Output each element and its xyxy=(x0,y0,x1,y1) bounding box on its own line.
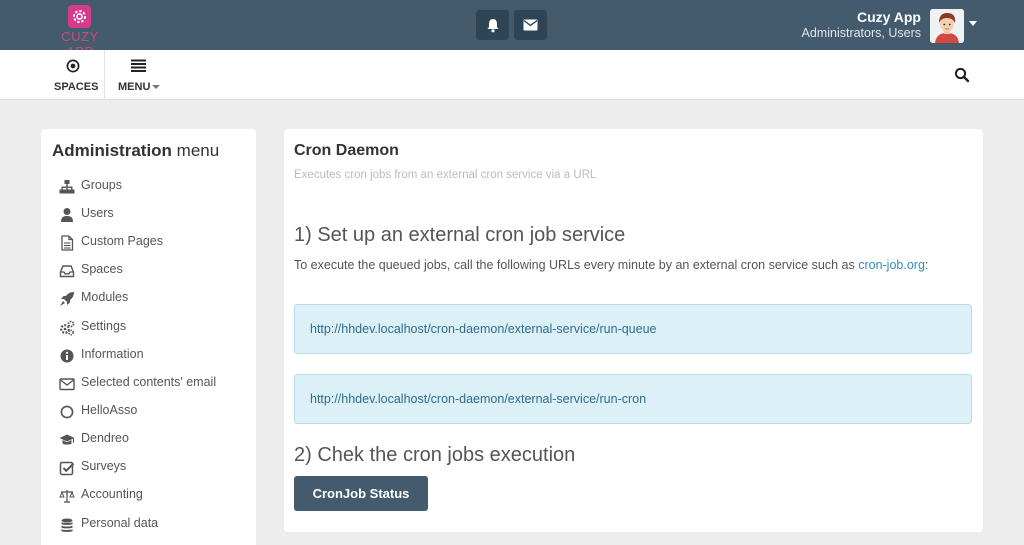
database-icon xyxy=(61,518,73,532)
envelope-icon xyxy=(59,378,75,391)
sidebar-item-users[interactable]: Users xyxy=(52,203,252,227)
sidebar-item-label: Selected contents' email xyxy=(81,375,217,389)
menu-caret-icon xyxy=(152,85,160,89)
run-queue-url[interactable]: http://hhdev.localhost/cron-daemon/exter… xyxy=(310,322,657,336)
user-groups: Administrators, Users xyxy=(801,26,921,40)
file-icon xyxy=(61,235,74,251)
rocket-icon xyxy=(60,292,74,306)
spaces-nav-button[interactable]: SPACES xyxy=(52,50,98,99)
balance-scale-icon xyxy=(59,490,75,503)
instruction-text: To execute the queued jobs, call the fol… xyxy=(294,258,929,272)
menu-nav-label: MENU xyxy=(118,81,151,93)
sidebar-item-accounting[interactable]: Accounting xyxy=(52,484,252,508)
sidebar-item-label: Surveys xyxy=(81,459,127,473)
page-subtitle: Executes cron jobs from an external cron… xyxy=(294,169,597,181)
sidebar-item-selected-contents-email[interactable]: Selected contents' email xyxy=(52,372,252,396)
user-icon xyxy=(61,208,73,222)
sidebar-item-label: Personal data xyxy=(81,516,159,530)
sidebar-item-label: Spaces xyxy=(81,262,123,276)
nav-divider xyxy=(104,50,105,99)
user-name[interactable]: Cuzy App xyxy=(857,9,921,25)
sidebar-item-personal-data[interactable]: Personal data xyxy=(52,513,252,537)
sitemap-icon xyxy=(59,180,75,194)
cron-job-org-link[interactable]: cron-job.org xyxy=(858,258,925,272)
sidebar-item-dendreo[interactable]: Dendreo xyxy=(52,428,252,452)
avatar[interactable] xyxy=(930,9,964,43)
sidebar-item-surveys[interactable]: Surveys xyxy=(52,456,252,480)
sidebar-item-label: HelloAsso xyxy=(81,403,138,417)
messages-button[interactable] xyxy=(514,10,547,40)
menu-nav-button[interactable]: MENU xyxy=(116,50,166,99)
sidebar-item-label: Dendreo xyxy=(81,431,129,445)
sidebar-item-modules[interactable]: Modules xyxy=(52,287,252,311)
spaces-nav-label: SPACES xyxy=(54,81,99,93)
search-icon xyxy=(954,67,970,83)
secondary-nav: SPACES MENU xyxy=(0,50,1024,100)
graduation-cap-icon xyxy=(59,434,75,445)
cronjob-status-button[interactable]: CronJob Status xyxy=(294,476,428,511)
sidebar-item-label: Groups xyxy=(81,178,122,192)
search-button[interactable] xyxy=(953,66,971,84)
sidebar-item-custom-pages[interactable]: Custom Pages xyxy=(52,231,252,255)
cogs-icon xyxy=(60,320,75,336)
sidebar-item-settings[interactable]: Settings xyxy=(52,316,252,340)
sidebar-item-spaces[interactable]: Spaces xyxy=(52,259,252,283)
sidebar-item-label: Modules xyxy=(81,290,129,304)
page-title: Cron Daemon xyxy=(294,142,399,159)
sidebar-item-label: Custom Pages xyxy=(81,234,163,248)
admin-menu-panel: Administration menu Groups Users Custom … xyxy=(41,129,256,545)
step2-heading: 2) Chek the cron jobs execution xyxy=(294,444,576,466)
logo-gear-icon xyxy=(68,5,91,28)
sidebar-item-information[interactable]: Information xyxy=(52,344,252,368)
step1-heading: 1) Set up an external cron job service xyxy=(294,224,626,246)
envelope-icon xyxy=(523,19,538,31)
notifications-button[interactable] xyxy=(476,10,509,40)
sidebar-item-label: Settings xyxy=(81,319,127,333)
app-logo[interactable]: CUZY APP xyxy=(46,4,114,59)
bell-icon xyxy=(487,18,498,32)
sidebar-item-helloasso[interactable]: HelloAsso xyxy=(52,400,252,424)
circle-icon xyxy=(60,405,74,419)
sidebar-item-label: Information xyxy=(81,347,144,361)
sidebar-item-label: Accounting xyxy=(81,487,143,501)
sidebar-item-groups[interactable]: Groups xyxy=(52,175,252,199)
run-cron-url-box: http://hhdev.localhost/cron-daemon/exter… xyxy=(294,374,972,424)
run-cron-url[interactable]: http://hhdev.localhost/cron-daemon/exter… xyxy=(310,392,646,406)
cron-daemon-panel: Cron Daemon Executes cron jobs from an e… xyxy=(284,129,983,532)
check-square-icon xyxy=(59,461,75,476)
sidebar-item-label: Users xyxy=(81,206,114,220)
admin-menu-title: Administration menu xyxy=(52,141,220,160)
dot-circle-icon xyxy=(66,59,80,73)
avatar-image xyxy=(930,9,964,43)
inbox-icon xyxy=(59,265,75,278)
user-menu-caret-icon[interactable] xyxy=(969,21,977,26)
info-circle-icon xyxy=(60,349,74,363)
bars-icon xyxy=(131,59,146,72)
run-queue-url-box: http://hhdev.localhost/cron-daemon/exter… xyxy=(294,304,972,354)
top-bar: CUZY APP Cuzy App Administrators, Users xyxy=(0,0,1024,59)
